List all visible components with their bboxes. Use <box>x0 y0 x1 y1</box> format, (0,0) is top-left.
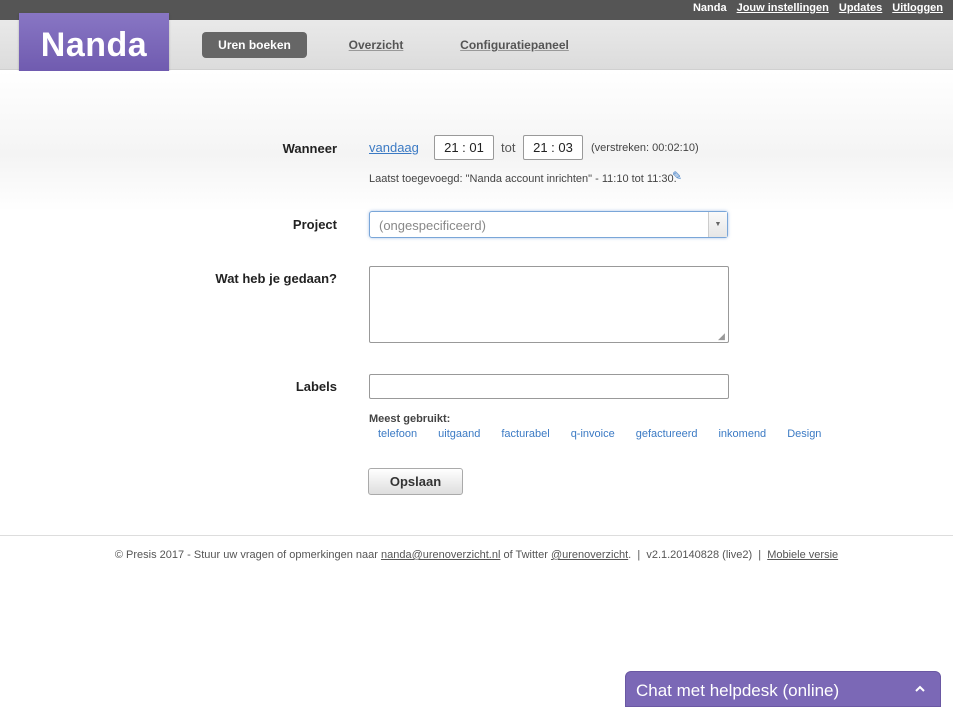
tot-label: tot <box>501 140 516 155</box>
description-textarea[interactable] <box>369 266 729 343</box>
wat-label: Wat heb je gedaan? <box>215 271 337 286</box>
footer-twitter-link[interactable]: @urenoverzicht <box>551 549 628 561</box>
tag-facturabel[interactable]: facturabel <box>501 428 549 440</box>
tab-configuratiepaneel[interactable]: Configuratiepaneel <box>452 32 577 58</box>
link-settings[interactable]: Jouw instellingen <box>737 2 829 14</box>
footer-prefix: © Presis 2017 - Stuur uw vragen of opmer… <box>114 549 378 561</box>
footer-email-link[interactable]: nanda@urenoverzicht.nl <box>381 549 500 561</box>
tag-telefoon[interactable]: telefoon <box>378 428 417 440</box>
link-updates[interactable]: Updates <box>839 2 882 14</box>
tag-gefactureerd[interactable]: gefactureerd <box>636 428 698 440</box>
tag-design[interactable]: Design <box>787 428 821 440</box>
link-logout[interactable]: Uitloggen <box>892 2 943 14</box>
footer: © Presis 2017 - Stuur uw vragen of opmer… <box>114 549 839 561</box>
project-label: Project <box>292 217 337 232</box>
tag-q-invoice[interactable]: q-invoice <box>571 428 615 440</box>
end-time-input[interactable]: 21 : 03 <box>523 135 583 160</box>
resize-grip-icon[interactable]: ◢ <box>718 331 725 342</box>
chevron-down-icon[interactable]: ▼ <box>708 212 727 237</box>
tag-inkomend[interactable]: inkomend <box>718 428 766 440</box>
labels-input[interactable] <box>369 374 729 399</box>
project-select[interactable]: (ongespecificeerd) ▼ <box>369 211 728 238</box>
tag-list: telefoon uitgaand facturabel q-invoice g… <box>378 428 842 440</box>
chat-title: Chat met helpdesk (online) <box>636 681 840 700</box>
project-select-value: (ongespecificeerd) <box>379 218 486 233</box>
last-added-text: Laatst toegevoegd: "Nanda account inrich… <box>369 173 677 185</box>
tab-uren-boeken[interactable]: Uren boeken <box>202 32 307 58</box>
footer-mobile-link[interactable]: Mobiele versie <box>767 549 838 561</box>
footer-divider <box>0 535 953 536</box>
labels-label: Labels <box>295 379 337 394</box>
logo[interactable]: Nanda <box>19 13 169 78</box>
wanneer-label: Wanneer <box>282 141 337 156</box>
current-user: Nanda <box>692 2 727 14</box>
save-button[interactable]: Opslaan <box>368 468 463 495</box>
tab-overzicht[interactable]: Overzicht <box>340 32 412 58</box>
footer-version: v2.1.20140828 (live2) <box>646 549 753 561</box>
start-time-input[interactable]: 21 : 01 <box>434 135 494 160</box>
elapsed-time: (verstreken: 00:02:10) <box>591 142 699 154</box>
chat-helpdesk-widget[interactable]: Chat met helpdesk (online) <box>625 671 941 707</box>
most-used-title: Meest gebruikt: <box>369 413 451 425</box>
tag-uitgaand[interactable]: uitgaand <box>438 428 480 440</box>
pencil-icon[interactable]: ✎ <box>672 169 682 183</box>
top-links: Nanda Jouw instellingen Updates Uitlogge… <box>693 2 943 14</box>
vandaag-link[interactable]: vandaag <box>369 140 419 155</box>
footer-twitter-prefix: of Twitter <box>503 549 548 561</box>
chevron-up-icon[interactable] <box>914 683 926 695</box>
